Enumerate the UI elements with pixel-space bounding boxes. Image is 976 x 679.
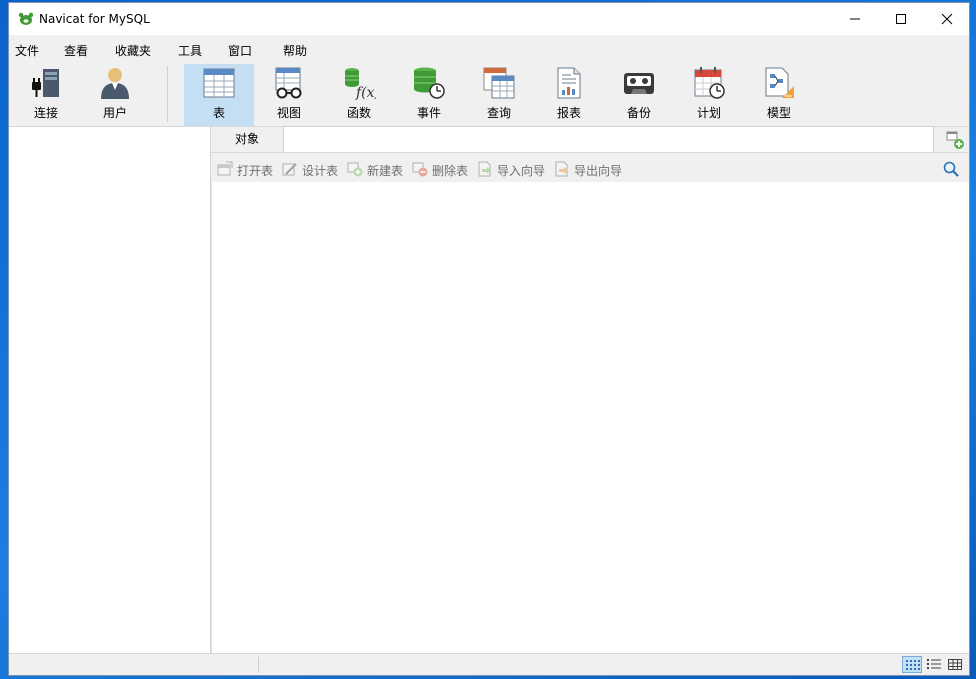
toolbar-view-button[interactable]: 视图 [254,64,324,126]
connection-icon [32,69,59,97]
toolbar-model-label: 模型 [766,106,791,120]
maximize-button[interactable] [878,3,924,35]
tab-objects[interactable]: 对象 [211,127,283,152]
function-icon: f(x) [345,68,376,100]
toolbar-connection-label: 连接 [33,106,58,120]
menu-tools[interactable]: 工具 [178,42,202,59]
table-icon [203,68,235,98]
status-bar [9,653,969,675]
close-button[interactable] [924,3,970,35]
model-icon [765,67,794,98]
list-view-icon [906,660,920,670]
user-icon [101,68,129,99]
open-table-icon [217,161,233,176]
import-wizard-icon [478,161,491,177]
backup-icon [624,73,654,94]
detail-view-button[interactable] [924,656,944,673]
new-table-label: 新建表 [367,164,404,178]
toolbar-connection-button[interactable]: 连接 [11,64,81,126]
new-table-icon [347,162,363,177]
toolbar-schedule-button[interactable]: 计划 [674,64,744,126]
report-icon [557,67,581,99]
minimize-button[interactable] [832,3,878,35]
svg-text:f(x): f(x) [355,85,376,100]
toolbar-schedule-label: 计划 [696,106,721,120]
new-tab-icon[interactable] [945,130,965,153]
export-wizard-label: 导出向导 [574,164,623,178]
toolbar-user-button[interactable]: 用户 [80,64,150,126]
navicat-logo-icon [18,12,34,29]
toolbar-model-button[interactable]: 模型 [744,64,814,126]
open-table-label: 打开表 [237,164,274,178]
toolbar-function-button[interactable]: f(x) 函数 [324,64,394,126]
toolbar-event-label: 事件 [416,106,441,120]
window-title: Navicat for MySQL [39,12,150,26]
view-icon [275,67,302,99]
toolbar-table-label: 表 [212,106,225,120]
toolbar-separator [167,66,168,122]
toolbar-query-label: 查询 [486,106,511,120]
query-icon [483,67,515,99]
tab-strip-area [283,126,934,152]
search-icon[interactable] [943,161,959,180]
event-icon [414,67,445,99]
toolbar-backup-label: 备份 [626,106,651,120]
minimize-icon [850,18,860,20]
delete-table-label: 删除表 [432,164,469,178]
toolbar-view-label: 视图 [276,106,301,120]
close-icon [941,13,953,25]
toolbar-event-button[interactable]: 事件 [394,64,464,126]
menu-help[interactable]: 帮助 [283,42,307,59]
status-divider [258,657,259,673]
schedule-icon [694,67,725,99]
toolbar-report-label: 报表 [556,106,581,120]
design-table-icon [282,163,297,176]
export-wizard-icon [555,161,568,177]
toolbar-user-label: 用户 [102,106,127,120]
menu-bar: 文件 查看 收藏夹 工具 窗口 帮助 [9,36,969,60]
maximize-icon [896,14,906,24]
menu-window[interactable]: 窗口 [228,42,252,59]
connection-tree-pane[interactable] [9,126,211,653]
app-window: Navicat for MySQL 文件 查看 收藏夹 工具 窗口 帮助 连接 … [8,2,970,676]
grid-view-icon [948,659,962,670]
grid-view-button[interactable] [945,656,965,673]
list-view-button[interactable] [902,656,922,673]
object-list-area[interactable] [211,182,969,653]
toolbar-backup-button[interactable]: 备份 [604,64,674,126]
menu-view[interactable]: 查看 [64,42,88,59]
delete-table-icon [412,162,428,177]
toolbar-query-button[interactable]: 查询 [464,64,534,126]
title-bar: Navicat for MySQL [9,3,969,35]
toolbar-report-button[interactable]: 报表 [534,64,604,126]
menu-favorites[interactable]: 收藏夹 [115,42,151,59]
design-table-label: 设计表 [302,164,339,178]
menu-file[interactable]: 文件 [15,42,39,59]
object-toolbar: 打开表 设计表 新建表 删除表 导入向导 导出向导 [211,152,969,182]
toolbar-function-label: 函数 [346,106,371,120]
detail-view-icon [927,659,941,669]
tab-bar: 对象 [211,126,969,152]
toolbar-table-button[interactable]: 表 [184,64,254,126]
main-toolbar: 连接 用户 表 视图 f(x 函数 事件 查询 报表 备份 计划 模型 [9,60,969,126]
import-wizard-label: 导入向导 [497,164,546,178]
